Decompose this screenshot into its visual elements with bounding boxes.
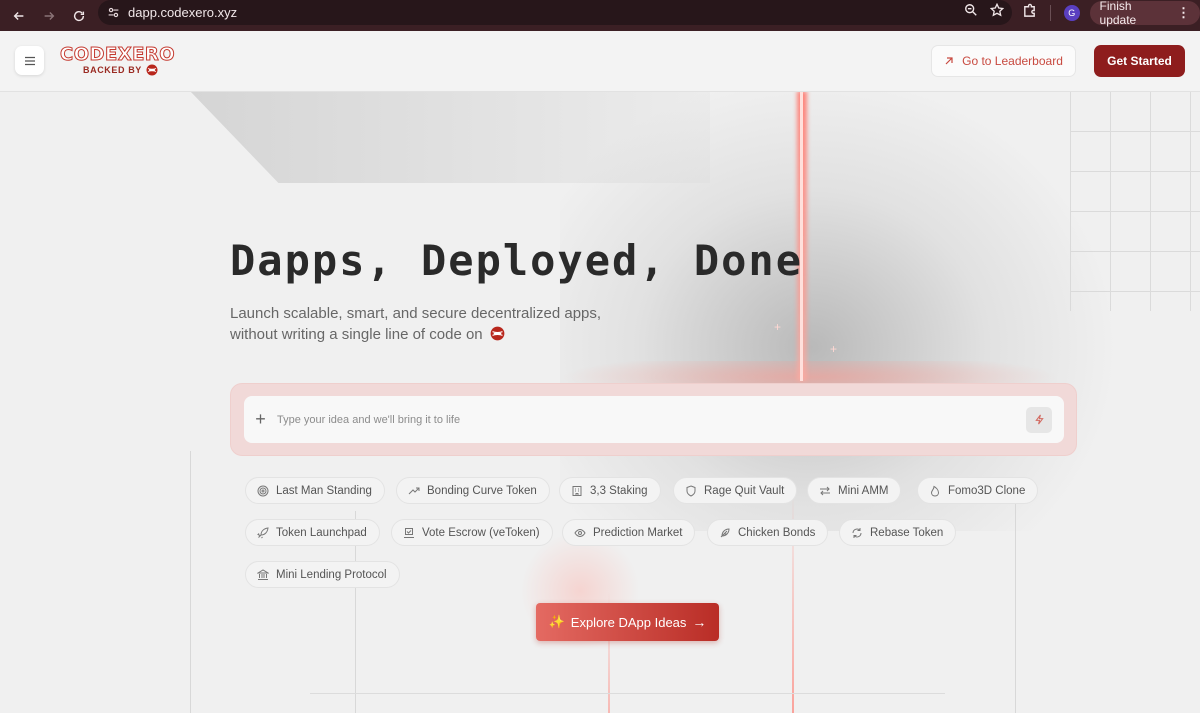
swap-icon [820, 486, 830, 495]
chip-label: Prediction Market [593, 526, 683, 539]
reload-icon [73, 10, 85, 21]
chip-label: Chicken Bonds [738, 526, 816, 539]
background-divider [310, 693, 945, 694]
chip-last-man-standing[interactable]: Last Man Standing [245, 477, 385, 504]
leaderboard-label: Go to Leaderboard [962, 54, 1063, 68]
chip-chicken-bonds[interactable]: Chicken Bonds [707, 519, 829, 546]
codexero-logo[interactable]: CODEXERO BACKED BY [59, 44, 176, 78]
browser-toolbar: dapp.codexero.xyz G Finish update ⋮ [0, 0, 1200, 31]
eye-icon [574, 528, 586, 537]
shield-icon [686, 484, 696, 497]
menu-button[interactable] [15, 46, 44, 75]
chip-bonding-curve-token[interactable]: Bonding Curve Token [396, 477, 550, 504]
bookmark-star-icon[interactable] [989, 2, 1005, 22]
chip-label: Bonding Curve Token [427, 484, 537, 497]
chip-label: Last Man Standing [276, 484, 372, 497]
trend-up-icon [408, 487, 420, 494]
finish-update-label: Finish update [1099, 0, 1137, 27]
ballot-icon [404, 527, 414, 538]
leaderboard-button[interactable]: Go to Leaderboard [931, 45, 1076, 77]
sonic-logo-icon [146, 64, 158, 76]
background-grid [1070, 91, 1200, 311]
flame-icon [930, 485, 940, 497]
site-header: CODEXERO BACKED BY Go to Leaderboard Get… [0, 31, 1200, 92]
extensions-icon[interactable] [1022, 3, 1037, 23]
background-vertical-line [1015, 501, 1016, 713]
page-viewport: + + CODEXERO BACKED BY Go to Leaderboard… [0, 31, 1200, 713]
arrow-up-right-icon [945, 57, 953, 65]
chip-label: Rebase Token [870, 526, 944, 539]
background-vertical-line [190, 451, 191, 713]
feather-icon [720, 527, 730, 537]
arrow-right-icon: → [692, 614, 707, 630]
arrow-left-icon [13, 11, 24, 20]
chip-label: Mini Lending Protocol [276, 568, 387, 581]
get-started-button[interactable]: Get Started [1094, 45, 1185, 77]
sparkle-icon: + [774, 320, 782, 334]
chip-rebase-token[interactable]: Rebase Token [839, 519, 957, 546]
prompt-container: + [230, 383, 1077, 456]
lightning-icon [1034, 414, 1044, 425]
site-info-icon[interactable] [98, 6, 128, 19]
address-bar[interactable]: dapp.codexero.xyz [98, 0, 1012, 25]
arrow-right-icon [44, 11, 55, 20]
backed-by-tag: BACKED BY [83, 64, 158, 76]
chip-token-launchpad[interactable]: Token Launchpad [245, 519, 380, 546]
forward-button[interactable] [34, 4, 64, 28]
hero-subtitle: Launch scalable, smart, and secure decen… [230, 303, 650, 345]
zoom-icon[interactable] [964, 3, 978, 22]
chip-label: Vote Escrow (veToken) [422, 526, 540, 539]
generate-button[interactable] [1026, 406, 1052, 433]
url-text[interactable]: dapp.codexero.xyz [128, 5, 237, 20]
rocket-icon [257, 526, 269, 538]
hero-title: Dapps, Deployed, Done [230, 236, 804, 285]
sparkle-icon: + [830, 342, 838, 356]
chip-label: Token Launchpad [276, 526, 367, 539]
logo-wordmark: CODEXERO [59, 44, 176, 66]
add-attachment-icon[interactable]: + [244, 409, 277, 430]
hamburger-icon [24, 56, 35, 65]
hero-subtitle-text: Launch scalable, smart, and secure decen… [230, 305, 602, 343]
building-icon [572, 485, 582, 496]
explore-dapp-ideas-button[interactable]: ✨ Explore DApp Ideas → [536, 603, 719, 641]
profile-avatar[interactable]: G [1063, 4, 1080, 21]
refresh-icon [852, 527, 862, 538]
idea-input[interactable] [277, 413, 1026, 426]
chip-label: 3,3 Staking [590, 484, 648, 497]
chip-label: Rage Quit Vault [704, 484, 785, 497]
reload-button[interactable] [64, 4, 94, 28]
back-button[interactable] [4, 4, 34, 28]
chip-label: Fomo3D Clone [948, 484, 1026, 497]
toolbar-divider [1050, 4, 1051, 21]
chip-fomo3d-clone[interactable]: Fomo3D Clone [917, 477, 1039, 504]
sonic-logo-icon [490, 326, 505, 341]
chip-mini-lending-protocol[interactable]: Mini Lending Protocol [245, 561, 400, 588]
sparkles-icon: ✨ [548, 614, 565, 629]
backed-by-label: BACKED BY [83, 65, 142, 75]
bank-icon [257, 568, 269, 580]
chip-label: Mini AMM [838, 484, 889, 497]
more-vertical-icon: ⋮ [1177, 4, 1190, 20]
target-icon [257, 485, 269, 496]
explore-label: Explore DApp Ideas [570, 614, 687, 630]
finish-update-button[interactable]: Finish update ⋮ [1089, 0, 1200, 27]
prompt-box: + [244, 396, 1064, 443]
chip-vote-escrow[interactable]: Vote Escrow (veToken) [391, 519, 553, 546]
chip-prediction-market[interactable]: Prediction Market [562, 519, 696, 546]
chip-rage-quit-vault[interactable]: Rage Quit Vault [673, 477, 798, 504]
chip-3-3-staking[interactable]: 3,3 Staking [559, 477, 661, 504]
chip-mini-amm[interactable]: Mini AMM [807, 477, 902, 504]
background-glow [560, 71, 1120, 531]
